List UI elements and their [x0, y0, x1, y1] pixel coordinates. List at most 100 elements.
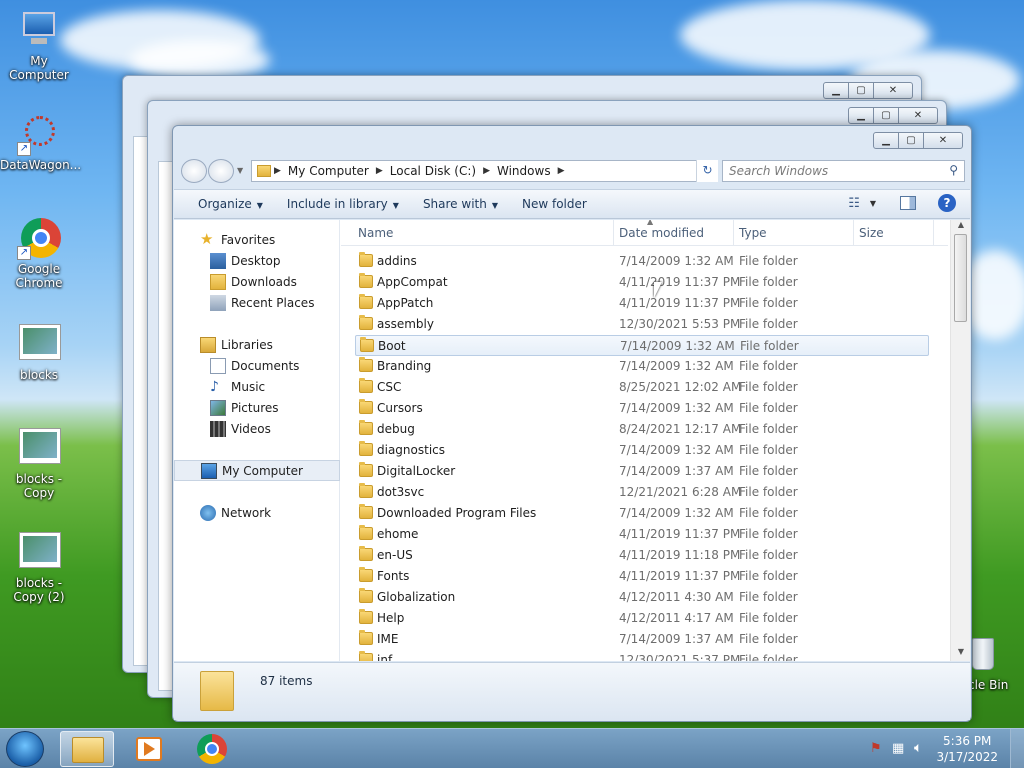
address-bar[interactable]: ▶ My Computer ▶ Local Disk (C:) ▶ Window… [251, 160, 715, 182]
nav-item-desktop[interactable]: Desktop [174, 250, 340, 271]
view-options-icon[interactable]: ☷ [848, 196, 860, 211]
share-with-button[interactable]: Share with ▼ [411, 197, 510, 211]
nav-item-my-computer[interactable]: My Computer [174, 460, 340, 481]
file-row[interactable]: AppCompat 4/11/2019 11:37 PM File folder [355, 272, 929, 293]
close-button[interactable]: ✕ [873, 82, 913, 99]
folder-icon [359, 546, 373, 561]
file-row[interactable]: inf 12/30/2021 5:37 PM File folder [355, 650, 929, 661]
nav-item-network[interactable]: Network [174, 502, 340, 523]
scroll-down-icon[interactable]: ▼ [951, 647, 971, 661]
network-tray-icon[interactable]: ▦ [892, 741, 904, 756]
nav-item-favorites[interactable]: ★ Favorites [174, 229, 340, 250]
vertical-scrollbar[interactable]: ▲ ▼ [950, 220, 970, 661]
file-row[interactable]: Help 4/12/2011 4:17 AM File folder [355, 608, 929, 629]
include-in-library-button[interactable]: Include in library ▼ [275, 197, 411, 211]
file-row[interactable]: DigitalLocker 7/14/2009 1:37 AM File folde… [355, 461, 929, 482]
nav-item-videos[interactable]: Videos [174, 418, 340, 439]
file-row[interactable]: assembly 12/30/2021 5:53 PM File folder [355, 314, 929, 335]
nav-item-label: Videos [231, 421, 271, 436]
desktop-icon-my-computer[interactable]: My Computer [0, 8, 78, 82]
window-caption-buttons: ▁ ▢ ✕ [848, 107, 938, 124]
back-button[interactable] [181, 159, 207, 183]
maximize-button[interactable]: ▢ [873, 107, 899, 124]
file-type: File folder [739, 506, 798, 520]
help-icon[interactable]: ? [938, 194, 956, 212]
maximize-button[interactable]: ▢ [848, 82, 874, 99]
breadcrumb-separator-icon[interactable]: ▶ [376, 166, 383, 176]
file-row[interactable]: addins 7/14/2009 1:32 AM File folder [355, 251, 929, 272]
nav-item-documents[interactable]: Documents [174, 355, 340, 376]
nav-item-recent-places[interactable]: Recent Places [174, 292, 340, 313]
folder-icon [359, 588, 373, 603]
forward-button[interactable] [208, 159, 234, 183]
column-divider[interactable] [853, 220, 854, 246]
file-row[interactable]: Boot 7/14/2009 1:32 AM File folder [355, 335, 929, 356]
file-row[interactable]: Globalization 4/12/2011 4:30 AM File folde… [355, 587, 929, 608]
search-input[interactable]: Search Windows ⚲ [722, 160, 965, 182]
taskbar-chrome-button[interactable] [184, 731, 238, 767]
new-folder-button[interactable]: New folder [510, 197, 599, 211]
breadcrumb-separator-icon[interactable]: ▶ [274, 166, 281, 176]
file-row[interactable]: debug 8/24/2021 12:17 AM File folder [355, 419, 929, 440]
column-header-size[interactable]: Size [859, 226, 884, 240]
scroll-up-icon[interactable]: ▲ [951, 220, 971, 234]
clock[interactable]: 5:36 PM 3/17/2022 [936, 733, 998, 765]
maximize-button[interactable]: ▢ [898, 132, 924, 149]
breadcrumb-local-disk[interactable]: Local Disk (C:) [390, 164, 476, 178]
datawagon-icon: ↗ [17, 112, 61, 156]
file-row[interactable]: IME 7/14/2009 1:37 AM File folder [355, 629, 929, 650]
start-button[interactable] [6, 731, 44, 767]
column-header-date-modified[interactable]: Date modified [619, 226, 704, 240]
desktop-icon-datawagon[interactable]: ↗ DataWagon... [0, 112, 81, 172]
file-row[interactable]: en-US 4/11/2019 11:18 PM File folder [355, 545, 929, 566]
breadcrumb-separator-icon[interactable]: ▶ [483, 166, 490, 176]
file-row[interactable]: Branding 7/14/2009 1:32 AM File folder [355, 356, 929, 377]
chevron-down-icon[interactable]: ▼ [870, 199, 876, 208]
file-row[interactable]: AppPatch 4/11/2019 11:37 PM File folder [355, 293, 929, 314]
breadcrumb-windows[interactable]: Windows [497, 164, 551, 178]
folder-icon [359, 294, 373, 309]
file-row[interactable]: ehome 4/11/2019 11:37 PM File folder [355, 524, 929, 545]
taskbar-explorer-button[interactable] [60, 731, 114, 767]
taskbar-media-player-button[interactable] [122, 731, 176, 767]
desktop-icon-blocks-copy[interactable]: blocks - Copy [0, 426, 78, 500]
organize-button[interactable]: Organize ▼ [174, 197, 275, 211]
desktop-icon-blocks-copy-2[interactable]: blocks - Copy (2) [0, 530, 78, 604]
explorer-window[interactable]: ▁ ▢ ✕ ▼ ▶ My Computer ▶ Local Disk (C:) ▶ … [172, 125, 972, 722]
desktop-icon-google-chrome[interactable]: ↗ Google Chrome [0, 216, 78, 290]
file-row[interactable]: Cursors 7/14/2009 1:32 AM File folder [355, 398, 929, 419]
column-divider[interactable] [933, 220, 934, 246]
refresh-button[interactable]: ↻ [696, 160, 718, 182]
recent-pages-dropdown-icon[interactable]: ▼ [237, 166, 243, 175]
nav-item-libraries[interactable]: Libraries [174, 334, 340, 355]
show-desktop-button[interactable] [1010, 729, 1024, 768]
file-row[interactable]: Fonts 4/11/2019 11:37 PM File folder [355, 566, 929, 587]
file-row[interactable]: diagnostics 7/14/2009 1:32 AM File folder [355, 440, 929, 461]
taskbar: ⚑ ▦ 🔈︎ 5:36 PM 3/17/2022 [0, 728, 1024, 768]
minimize-button[interactable]: ▁ [848, 107, 874, 124]
close-button[interactable]: ✕ [923, 132, 963, 149]
column-divider[interactable] [733, 220, 734, 246]
column-header-name[interactable]: Name [358, 226, 393, 240]
column-divider[interactable] [613, 220, 614, 246]
desktop-icon-blocks[interactable]: blocks [0, 322, 78, 382]
breadcrumb-my-computer[interactable]: My Computer [288, 164, 369, 178]
breadcrumb-separator-icon[interactable]: ▶ [558, 166, 565, 176]
nav-item-pictures[interactable]: Pictures [174, 397, 340, 418]
file-row[interactable]: CSC 8/25/2021 12:02 AM File folder [355, 377, 929, 398]
column-header-type[interactable]: Type [739, 226, 767, 240]
preview-pane-icon[interactable] [900, 196, 916, 210]
nav-item-downloads[interactable]: Downloads [174, 271, 340, 292]
file-row[interactable]: dot3svc 12/21/2021 6:28 AM File folder [355, 482, 929, 503]
minimize-button[interactable]: ▁ [873, 132, 899, 149]
file-type: File folder [739, 485, 798, 499]
nav-item-music[interactable]: ♪ Music [174, 376, 340, 397]
minimize-button[interactable]: ▁ [823, 82, 849, 99]
action-center-warning-icon[interactable]: ⚑ [870, 741, 882, 756]
libraries-icon [200, 336, 216, 353]
image-file-icon [17, 530, 61, 574]
volume-icon[interactable]: 🔈︎ [914, 740, 922, 756]
close-button[interactable]: ✕ [898, 107, 938, 124]
file-row[interactable]: Downloaded Program Files 7/14/2009 1:32 A… [355, 503, 929, 524]
scrollbar-thumb[interactable] [954, 234, 967, 322]
